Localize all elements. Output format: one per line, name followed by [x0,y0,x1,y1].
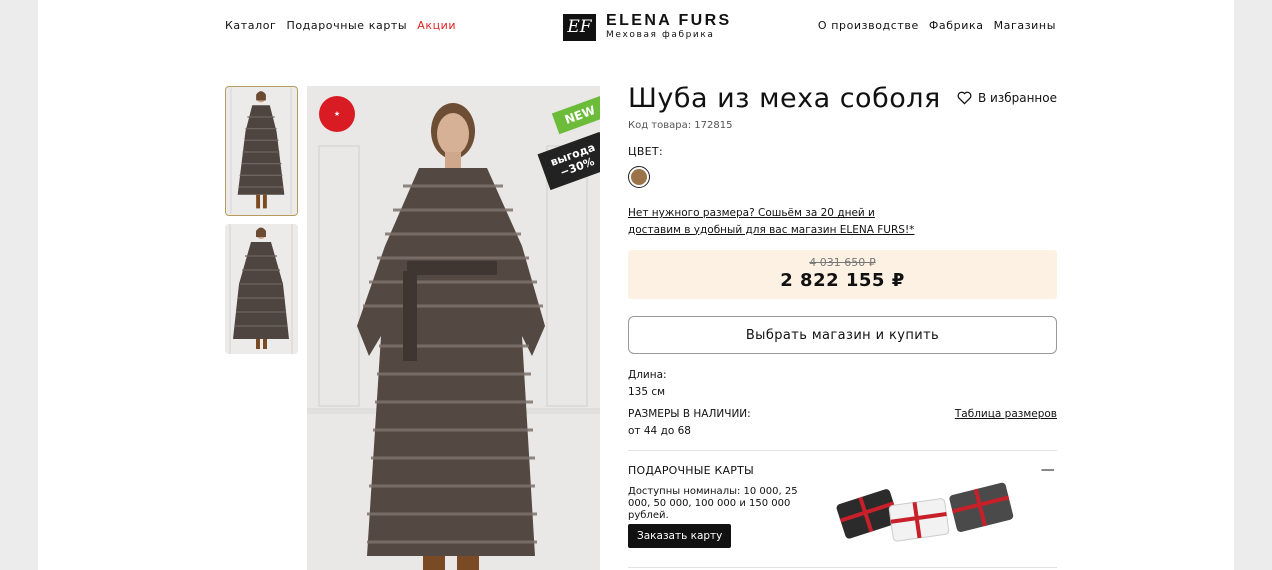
length-label: Длина: [628,369,667,381]
logo-subtitle: Меховая фабрика [606,30,715,40]
length-spec: Длина: 135 см [628,367,1057,401]
product-sku: Код товара: 172815 [628,120,733,131]
nav-left: Каталог Подарочные карты Акции [225,19,456,32]
color-swatch[interactable] [628,166,650,188]
favorite-label: В избранное [977,91,1057,105]
thumbnail-2[interactable] [225,224,298,354]
nav-gift-cards[interactable]: Подарочные карты [286,19,407,32]
thumbnail-2-image [225,224,298,354]
nav-stores[interactable]: Магазины [994,19,1056,32]
page: Каталог Подарочные карты Акции EF ELENA … [38,0,1234,570]
order-card-button[interactable]: Заказать карту [628,524,732,548]
color-label: ЦВЕТ: [628,145,663,158]
brand-badge-icon: ★ [319,96,355,132]
nav-right: О производстве Фабрика Магазины [818,19,1056,32]
divider [628,450,1057,451]
gift-cards-toggle[interactable]: ПОДАРОЧНЫЕ КАРТЫ — [628,462,1057,478]
gift-cards-heading: ПОДАРОЧНЫЕ КАРТЫ [628,463,754,477]
favorite-button[interactable]: В избранное [957,91,1057,105]
size-table-link[interactable]: Таблица размеров [955,406,1057,423]
gift-cards-text: Доступны номиналы: 10 000, 25 000, 50 00… [628,486,798,521]
collapse-minus-icon[interactable]: — [1041,462,1057,478]
color-swatch-fill [631,169,647,185]
custom-size-link[interactable]: Нет нужного размера? Сошьём за 20 дней и… [628,205,918,238]
thumbnail-1-image [226,87,297,215]
logo[interactable]: EF ELENA FURS Меховая фабрика [563,13,732,41]
current-price: 2 822 155 ₽ [780,270,905,291]
length-value: 135 см [628,386,666,398]
logo-mark: EF [563,13,596,41]
gift-cards-section: Доступны номиналы: 10 000, 25 000, 50 00… [628,478,1057,556]
logo-title: ELENA FURS [606,12,732,29]
nav-production[interactable]: О производстве [818,19,919,32]
thumbnail-1[interactable] [225,86,298,216]
price-box: 4 031 650 ₽ 2 822 155 ₽ [628,250,1057,299]
old-price: 4 031 650 ₽ [809,256,876,269]
divider [628,567,1057,568]
nav-factory[interactable]: Фабрика [929,19,984,32]
sizes-value: от 44 до 68 [628,425,691,437]
choose-store-buy-button[interactable]: Выбрать магазин и купить [628,316,1057,354]
product-info: Шуба из меха соболя В избранное Код това… [628,78,1057,568]
sizes-spec: РАЗМЕРЫ В НАЛИЧИИ: от 44 до 68 Таблица р… [628,406,1057,440]
gift-cards-image [836,482,1014,542]
nav-catalog[interactable]: Каталог [225,19,276,32]
heart-icon [957,91,972,105]
main-product-photo[interactable]: ★ NEW выгода −30% [307,86,600,570]
nav-sales[interactable]: Акции [417,19,456,32]
